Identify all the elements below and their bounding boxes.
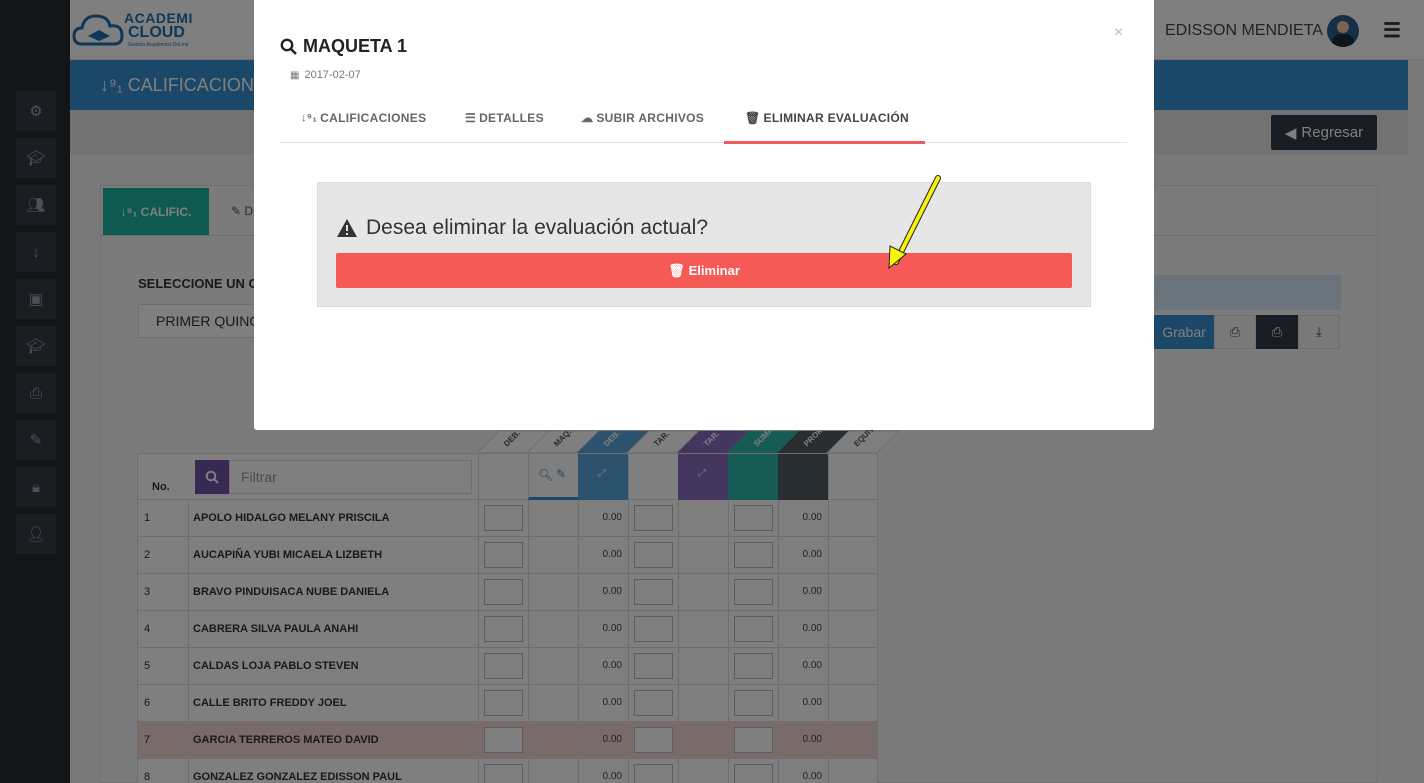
modal-tab-detalles[interactable]: ☰ DETALLES: [465, 111, 544, 125]
modal-date: ▦ 2017-02-07: [290, 69, 361, 81]
trash-icon: 🗑︎: [745, 111, 761, 125]
delete-button[interactable]: 🗑︎ Eliminar: [336, 253, 1072, 288]
delete-confirm-panel: Desea eliminar la evaluación actual? 🗑︎ …: [317, 182, 1091, 307]
delete-question: Desea eliminar la evaluación actual?: [336, 216, 708, 240]
trash-icon: 🗑︎: [668, 262, 685, 278]
calendar-icon: ▦: [290, 69, 300, 81]
modal-tab-subir-archivos[interactable]: ☁ SUBIR ARCHIVOS: [581, 111, 704, 125]
warning-icon: [337, 219, 357, 237]
modal-tab-divider: [280, 142, 1127, 143]
cloud-upload-icon: ☁: [581, 111, 594, 125]
active-tab-indicator: [724, 141, 925, 144]
list-icon: ☰: [465, 111, 477, 125]
close-icon[interactable]: ×: [1114, 24, 1123, 42]
modal-title: MAQUETA 1: [280, 36, 407, 57]
sort-numeric-icon: ↓⁹₁: [301, 112, 318, 124]
evaluation-modal: MAQUETA 1 ▦ 2017-02-07 × ↓⁹₁ CALIFICACION…: [254, 0, 1154, 430]
modal-tab-calificaciones[interactable]: ↓⁹₁ CALIFICACIONES: [301, 111, 426, 125]
modal-tab-eliminar[interactable]: 🗑︎ ELIMINAR EVALUACIÓN: [745, 111, 909, 125]
search-icon: [280, 38, 297, 55]
